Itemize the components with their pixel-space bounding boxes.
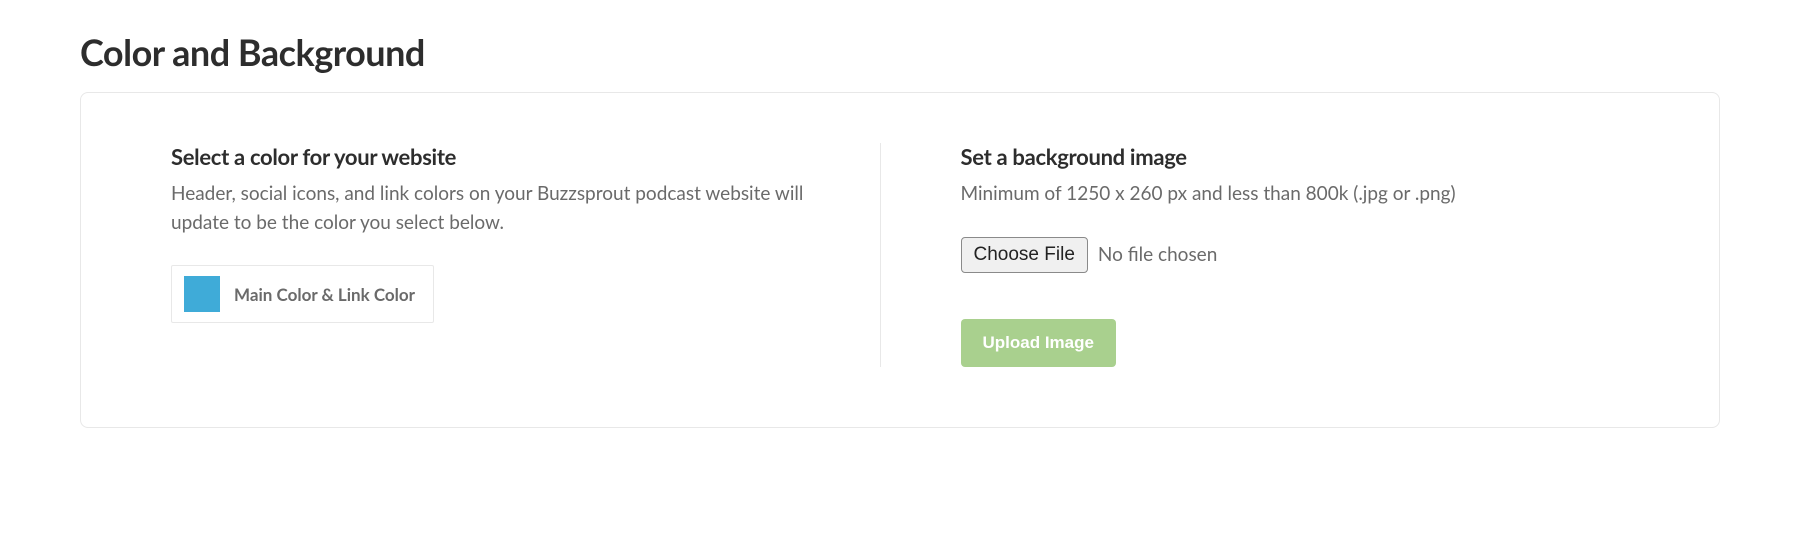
color-picker[interactable]: Main Color & Link Color [171,265,434,323]
color-swatch [184,276,220,312]
upload-image-button[interactable]: Upload Image [961,319,1116,367]
page-title: Color and Background [80,30,1720,74]
color-section-heading: Select a color for your website [171,143,840,170]
choose-file-button[interactable]: Choose File [961,237,1088,273]
settings-panel: Select a color for your website Header, … [80,92,1720,428]
file-status-text: No file chosen [1098,243,1217,266]
file-input-row: Choose File No file chosen [961,237,1630,273]
color-column: Select a color for your website Header, … [171,143,881,367]
color-picker-label: Main Color & Link Color [234,284,415,305]
background-column: Set a background image Minimum of 1250 x… [941,143,1630,367]
background-section-heading: Set a background image [961,143,1630,170]
color-section-description: Header, social icons, and link colors on… [171,180,840,237]
background-section-description: Minimum of 1250 x 260 px and less than 8… [961,180,1630,209]
